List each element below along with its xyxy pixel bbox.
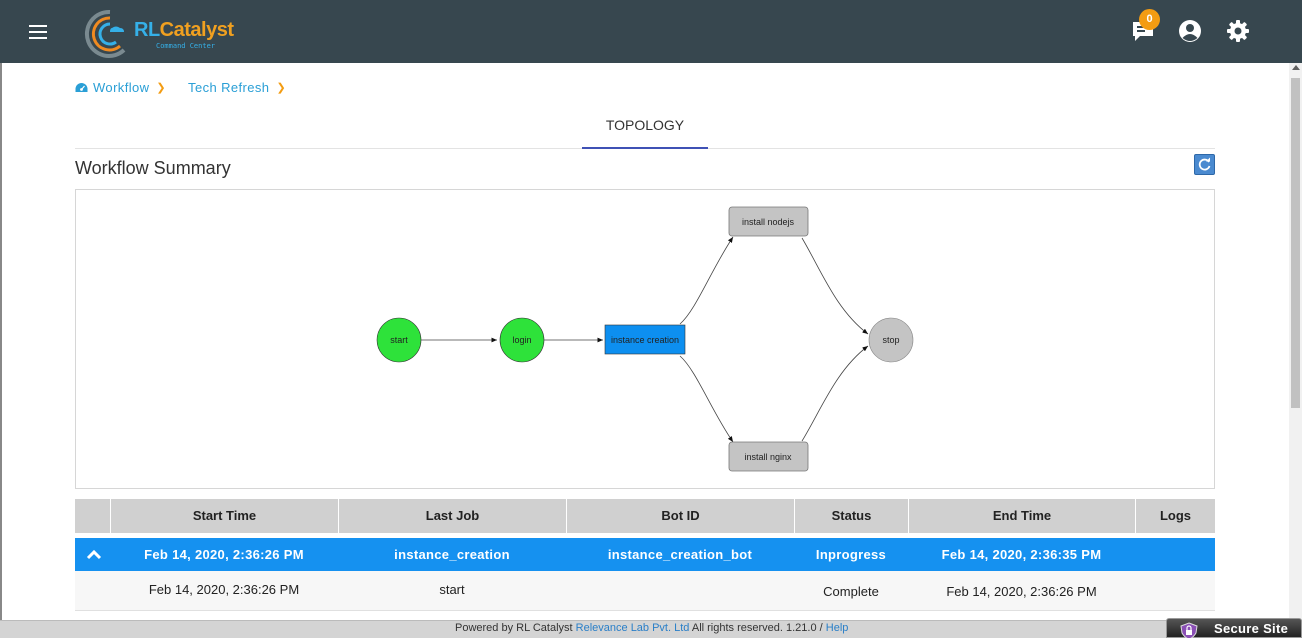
workflow-history-table: Start Time Last Job Bot ID Status End Ti… [75, 499, 1215, 611]
cell-last-job: start [439, 582, 465, 597]
table-header: Start Time Last Job Bot ID Status End Ti… [75, 499, 1215, 533]
cell-end-time: Feb 14, 2020, 2:36:26 PM [946, 584, 1097, 599]
company-link[interactable]: Relevance Lab Pvt. Ltd [576, 622, 690, 634]
notification-count-badge: 0 [1139, 9, 1160, 30]
node-install-nodejs[interactable]: install nodejs [728, 206, 809, 237]
rl-catalyst-logo[interactable]: RLCatalyst Command Center [80, 6, 234, 58]
footer: Powered by RL Catalyst Relevance Lab Pvt… [0, 620, 1302, 638]
dashboard-icon [75, 82, 88, 92]
node-stop[interactable]: stop [868, 317, 914, 363]
refresh-icon [1198, 157, 1211, 171]
refresh-button[interactable] [1194, 154, 1215, 175]
chevron-right-icon: ❯ [156, 82, 167, 94]
logo-subtitle: Command Center [156, 42, 216, 50]
breadcrumb: Workflow ❯ Tech Refresh ❯ [75, 80, 286, 95]
top-navbar: RLCatalyst Command Center 0 [0, 0, 1302, 63]
table-row-active[interactable]: Feb 14, 2020, 2:36:26 PM instance_creati… [75, 538, 1215, 571]
footer-text: Powered by RL Catalyst Relevance Lab Pvt… [455, 622, 848, 634]
tab-bar: TOPOLOGY [75, 108, 1215, 149]
cell-start-time: Feb 14, 2020, 2:36:26 PM [144, 547, 304, 562]
secure-site-badge[interactable]: Secure Site [1166, 618, 1302, 638]
node-start-label: start [390, 335, 408, 345]
cell-status: Complete [823, 584, 879, 599]
scrollbar-thumb[interactable] [1291, 78, 1300, 408]
node-install-nodejs-label: install nodejs [742, 217, 795, 227]
workflow-topology-graph: start login instance creation install no… [75, 189, 1215, 489]
header-end-time: End Time [908, 499, 1135, 533]
breadcrumb-workflow-label: Workflow [93, 80, 150, 95]
tab-topology[interactable]: TOPOLOGY [582, 108, 708, 149]
hamburger-menu-icon[interactable] [24, 18, 52, 46]
chevron-right-icon: ❯ [276, 82, 287, 94]
cell-last-job: instance_creation [394, 547, 510, 562]
user-account-icon[interactable] [1176, 17, 1204, 45]
node-stop-label: stop [882, 335, 899, 345]
cell-end-time: Feb 14, 2020, 2:36:35 PM [941, 547, 1102, 562]
settings-gear-icon[interactable] [1224, 17, 1252, 45]
footer-prefix: Powered by RL Catalyst [455, 622, 576, 634]
logo-swirl-icon [84, 9, 126, 58]
header-expand [75, 499, 110, 533]
header-last-job: Last Job [338, 499, 566, 533]
edge-instance-nodejs [679, 236, 734, 325]
edge-instance-nginx [679, 355, 734, 443]
node-login[interactable]: login [499, 317, 545, 363]
node-login-label: login [512, 335, 531, 345]
shield-icon [1180, 622, 1198, 638]
workflow-summary-title: Workflow Summary [75, 158, 231, 178]
table-row: Feb 14, 2020, 2:36:26 PM start Complete … [75, 571, 1215, 611]
breadcrumb-tech-refresh-label: Tech Refresh [188, 80, 270, 95]
breadcrumb-workflow[interactable]: Workflow ❯ [75, 80, 166, 95]
logo-title: RLCatalyst [134, 19, 234, 41]
breadcrumb-tech-refresh[interactable]: Tech Refresh ❯ [188, 80, 286, 95]
node-instance-creation[interactable]: instance creation [604, 324, 686, 355]
help-link[interactable]: Help [826, 622, 849, 634]
cell-status: Inprogress [815, 547, 887, 562]
edge-nginx-stop [801, 345, 869, 442]
node-install-nginx[interactable]: install nginx [728, 441, 809, 472]
node-instance-creation-label: instance creation [611, 335, 679, 345]
vertical-scrollbar[interactable] [1289, 63, 1302, 620]
node-start[interactable]: start [376, 317, 422, 363]
scroll-up-arrow-icon[interactable] [1292, 65, 1300, 70]
cell-bot-id [566, 571, 794, 611]
secure-site-label: Secure Site [1214, 621, 1289, 636]
chevron-up-icon[interactable] [86, 547, 102, 561]
main-content: Workflow ❯ Tech Refresh ❯ TOPOLOGY Workf… [0, 63, 1289, 620]
header-bot-id: Bot ID [566, 499, 794, 533]
header-start-time: Start Time [110, 499, 338, 533]
footer-suffix: All rights reserved. 1.21.0 / [689, 622, 826, 634]
cell-bot-id: instance_creation_bot [607, 547, 753, 562]
header-logs: Logs [1135, 499, 1215, 533]
node-install-nginx-label: install nginx [744, 452, 792, 462]
cell-start-time: Feb 14, 2020, 2:36:26 PM [148, 582, 300, 597]
edge-nodejs-stop [801, 237, 869, 335]
header-status: Status [794, 499, 908, 533]
